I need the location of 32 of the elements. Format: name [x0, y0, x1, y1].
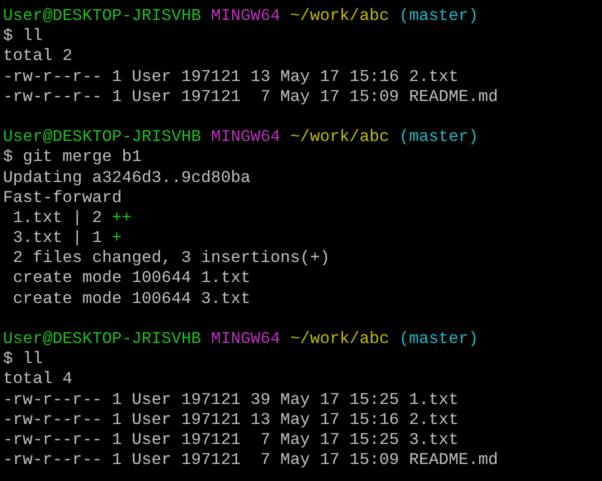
prompt-path: ~/work/abc: [290, 6, 390, 26]
prompt-user: User@DESKTOP-JRISVHB: [3, 127, 202, 148]
prompt-user: User@DESKTOP-JRISVHB: [3, 329, 202, 350]
prompt-system: MINGW64: [210, 127, 280, 148]
output-line: -rw-r--r-- 1 User 197121 13 May 17 15:16 2.txt: [3, 66, 458, 87]
prompt-branch: (master): [399, 329, 478, 350]
output-line: -rw-r--r-- 1 User 197121 7 May 17 15:09 README.md: [3, 450, 498, 470]
output-line: -rw-r--r-- 1 User 197121 7 May 17 15:25 3.txt: [3, 430, 458, 450]
command-line: $ ll: [3, 349, 43, 370]
output-line: Updating a3246d3..9cd80ba: [3, 168, 251, 188]
diffstat-marks: ++: [112, 208, 132, 228]
diffstat-marks: +: [112, 228, 122, 248]
prompt-branch: (master): [399, 127, 478, 148]
output-line: total 4: [3, 369, 72, 390]
output-line: 1.txt | 2: [12, 208, 102, 228]
output-line: -rw-r--r-- 1 User 197121 13 May 17 15:16 2.txt: [3, 410, 458, 430]
output-line: total 2: [3, 46, 72, 67]
command-line: $ ll: [3, 26, 43, 46]
command-line: $ git merge b1: [3, 147, 142, 168]
output-line: Fast-forward: [3, 188, 122, 208]
output-line: create mode 100644 3.txt: [12, 288, 251, 309]
output-line: -rw-r--r-- 1 User 197121 39 May 17 15:25 1.txt: [3, 390, 458, 410]
output-line: -rw-r--r-- 1 User 197121 7 May 17 15:09 README.md: [3, 86, 498, 107]
prompt-user: User@DESKTOP-JRISVHB: [3, 6, 202, 26]
prompt-system: MINGW64: [210, 329, 280, 350]
output-line: 3.txt | 1: [12, 228, 102, 248]
output-line: 2 files changed, 3 insertions(+): [12, 248, 330, 268]
prompt-branch: (master): [399, 6, 478, 26]
prompt-system: MINGW64: [210, 6, 280, 26]
prompt-path: ~/work/abc: [290, 127, 390, 148]
output-line: create mode 100644 1.txt: [12, 268, 251, 289]
prompt-path: ~/work/abc: [290, 329, 390, 350]
